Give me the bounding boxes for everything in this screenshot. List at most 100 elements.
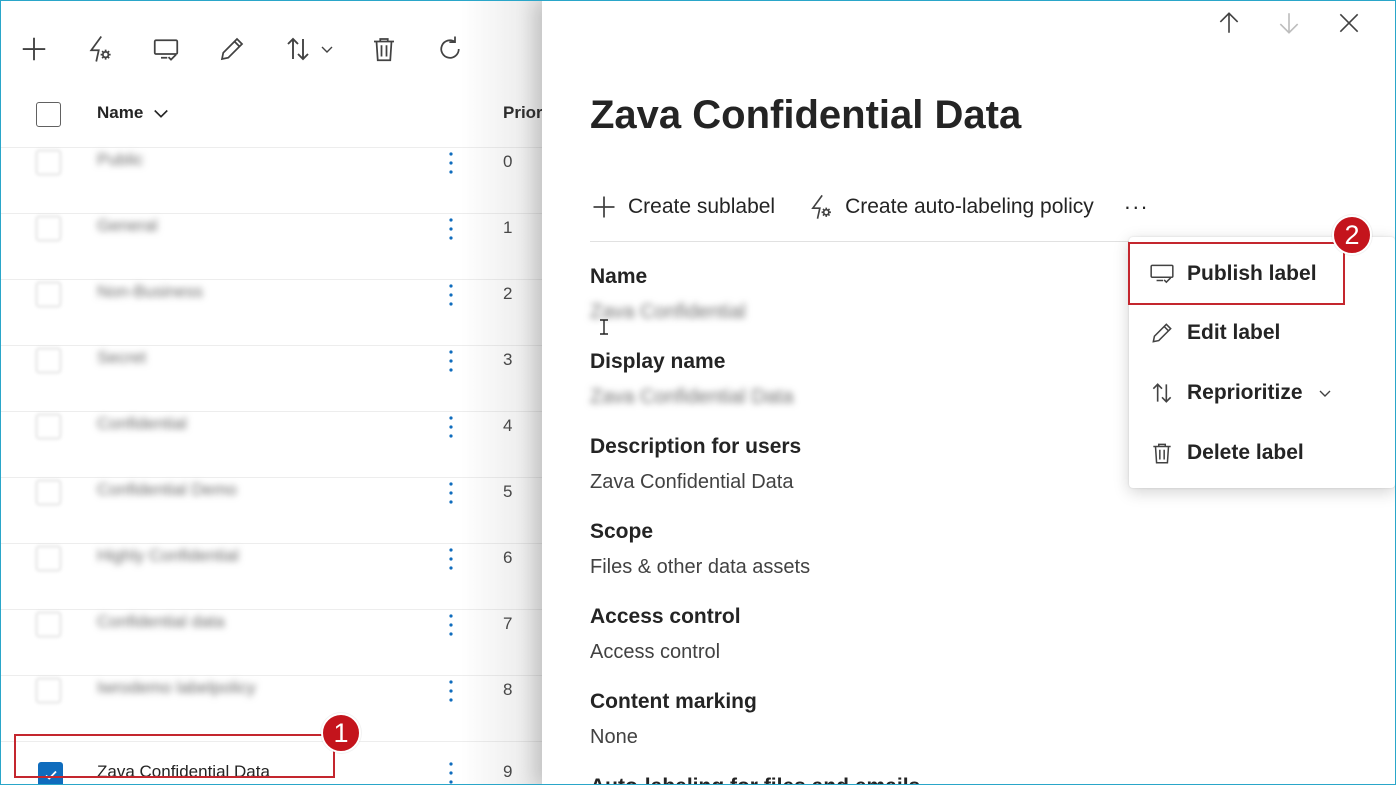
more-options-icon[interactable] [441, 414, 461, 444]
label-priority: 0 [503, 152, 513, 171]
row-checkbox[interactable] [36, 480, 61, 505]
sort-icon [1152, 383, 1172, 403]
content-marking-label: Content marking [590, 690, 757, 713]
arrow-up-icon[interactable] [1199, 8, 1259, 38]
table-row[interactable]: Public 0 [1, 147, 546, 213]
menu-item-edit-label[interactable]: Edit label [1129, 304, 1395, 362]
table-row[interactable]: Non-Business 2 [1, 279, 546, 345]
more-options-icon[interactable] [441, 282, 461, 312]
row-checkbox[interactable] [36, 216, 61, 241]
row-checkbox[interactable] [36, 282, 61, 307]
publish-label-highlight [1128, 242, 1345, 305]
content-marking-value: None [590, 726, 638, 748]
table-row[interactable]: General 1 [1, 213, 546, 279]
label-priority: 2 [503, 284, 513, 303]
menu-item-reprioritize[interactable]: Reprioritize [1129, 364, 1395, 422]
more-options-icon[interactable] [441, 760, 461, 784]
more-options-icon[interactable] [441, 612, 461, 642]
more-options-icon[interactable] [441, 348, 461, 378]
refresh-icon[interactable] [431, 29, 497, 69]
select-all-checkbox[interactable] [36, 102, 61, 127]
label-name[interactable]: Confidential data [97, 612, 225, 632]
label-priority: 7 [503, 614, 513, 633]
create-auto-labeling-policy-button[interactable]: Create auto-labeling policy [807, 193, 1094, 221]
label-name[interactable]: General [97, 216, 157, 236]
delete-icon[interactable] [365, 29, 431, 69]
create-sublabel-button[interactable]: Create sublabel [590, 193, 775, 221]
menu-item-delete-label[interactable]: Delete label [1129, 424, 1395, 482]
add-icon [593, 196, 615, 218]
publish-icon[interactable] [147, 29, 213, 69]
command-bar: Create sublabel Create auto-labeling pol… [590, 187, 1181, 227]
display-name-label: Display name [590, 350, 726, 373]
add-icon[interactable] [15, 29, 81, 69]
panel-title: Zava Confidential Data [590, 93, 1022, 137]
label-name[interactable]: Non-Business [97, 282, 203, 302]
auto-label-icon[interactable] [81, 29, 147, 69]
label-rows: Public 0 General 1 Non-Business 2 Secret [1, 147, 546, 784]
table-row[interactable]: Secret 3 [1, 345, 546, 411]
label-priority: 6 [503, 548, 513, 567]
column-header-name[interactable]: Name [97, 103, 171, 123]
chevron-down-icon [154, 109, 169, 118]
row-checkbox[interactable] [36, 546, 61, 571]
labels-list-pane: Name Prior Public 0 General 1 Non-Busine… [1, 1, 546, 784]
text-cursor-icon [600, 319, 608, 335]
row-checkbox[interactable] [36, 612, 61, 637]
label-name[interactable]: Confidential [97, 414, 187, 434]
label-name[interactable]: Secret [97, 348, 146, 368]
row-checkbox[interactable] [36, 678, 61, 703]
label-name[interactable]: Iwrodemo labelpolicy [97, 678, 256, 698]
chevron-down-icon [321, 46, 333, 53]
sort-icon[interactable] [279, 29, 365, 69]
edit-icon[interactable] [213, 29, 279, 69]
step-badge-1: 1 [321, 713, 361, 753]
close-icon[interactable] [1319, 8, 1379, 38]
name-value: Zava Confidential [590, 301, 746, 323]
label-priority: 3 [503, 350, 513, 369]
delete-icon [1153, 443, 1171, 464]
column-header-priority[interactable]: Prior [503, 103, 543, 123]
row-checkbox[interactable] [36, 348, 61, 373]
more-options-icon[interactable] [441, 678, 461, 708]
app-window: Name Prior Public 0 General 1 Non-Busine… [0, 0, 1396, 785]
label-priority: 9 [503, 762, 513, 781]
access-control-label: Access control [590, 605, 741, 628]
list-toolbar [15, 27, 497, 71]
scope-label: Scope [590, 520, 654, 543]
table-row[interactable]: Confidential 4 [1, 411, 546, 477]
row-checkbox[interactable] [36, 414, 61, 439]
more-options-icon[interactable] [441, 150, 461, 180]
label-priority: 5 [503, 482, 513, 501]
row-checkbox[interactable] [36, 150, 61, 175]
name-label: Name [590, 265, 648, 288]
more-commands-button[interactable]: ··· [1124, 194, 1149, 220]
more-options-icon[interactable] [441, 480, 461, 510]
label-name[interactable]: Confidential Demo [97, 480, 237, 500]
auto-label-icon [811, 194, 832, 219]
step-badge-2: 2 [1332, 215, 1372, 255]
list-header: Name Prior [1, 94, 546, 134]
panel-navigation [1199, 8, 1379, 38]
arrow-down-icon[interactable] [1259, 8, 1319, 38]
table-row[interactable]: Confidential Demo 5 [1, 477, 546, 543]
description-label: Description for users [590, 435, 802, 458]
label-properties: Name Zava Confidential Display name Zava… [590, 265, 1090, 784]
label-priority: 4 [503, 416, 513, 435]
display-name-value: Zava Confidential Data [590, 386, 794, 408]
table-row[interactable]: Confidential data 7 [1, 609, 546, 675]
more-options-icon[interactable] [441, 546, 461, 576]
auto-labeling-label: Auto-labeling for files and emails [590, 775, 1090, 784]
label-priority: 8 [503, 680, 513, 699]
more-options-icon[interactable] [441, 216, 461, 246]
table-row[interactable]: Iwrodemo labelpolicy 8 [1, 675, 546, 741]
label-name[interactable]: Highly Confidential [97, 546, 239, 566]
table-row[interactable]: Highly Confidential 6 [1, 543, 546, 609]
chevron-down-icon [1319, 390, 1331, 397]
description-value: Zava Confidential Data [590, 471, 794, 493]
label-priority: 1 [503, 218, 513, 237]
edit-icon [1152, 323, 1172, 343]
scope-value: Files & other data assets [590, 556, 811, 578]
access-control-value: Access control [590, 641, 721, 663]
label-name[interactable]: Public [97, 150, 143, 170]
